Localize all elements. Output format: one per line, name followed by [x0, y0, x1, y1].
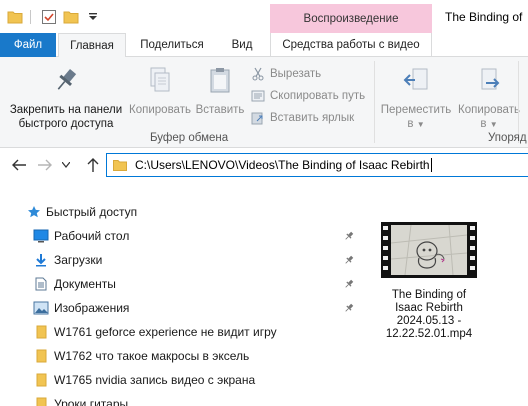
sidebar-item-desktop[interactable]: Рабочий стол: [0, 224, 365, 248]
paste-button[interactable]: Вставить: [194, 65, 246, 117]
organize-group-label: Упоряд: [488, 132, 527, 144]
folder-icon[interactable]: [6, 8, 24, 26]
text-caret: [430, 158, 432, 172]
paste-shortcut-button[interactable]: Вставить ярлык: [250, 107, 365, 129]
clipboard-small-actions: Вырезать Скопировать путь Вставить ярлык: [250, 63, 365, 129]
sidebar-item-label: Документы: [54, 277, 116, 291]
pin-icon[interactable]: [343, 302, 355, 314]
scissors-icon: [250, 66, 266, 82]
tab-view[interactable]: Вид: [218, 33, 266, 57]
quick-access-item[interactable]: Быстрый доступ: [0, 200, 365, 224]
sidebar-item-folder-guitar[interactable]: Уроки гитары: [0, 392, 365, 406]
sidebar-item-pictures[interactable]: Изображения: [0, 296, 365, 320]
sidebar-item-folder-w1765[interactable]: W1765 nvidia запись видео с экрана: [0, 368, 365, 392]
file-name-line: 12.22.52.01.mp4: [385, 328, 473, 340]
ribbon-group-divider: [374, 61, 375, 143]
navigation-bar: C:\Users\LENOVO\Videos\The Binding of Is…: [0, 148, 528, 182]
copy-to-icon: [454, 65, 524, 99]
properties-icon[interactable]: [40, 8, 58, 26]
pin-label-line1: Закрепить на панели: [9, 104, 123, 116]
tab-file[interactable]: Файл: [0, 33, 56, 57]
navigation-pane: Быстрый доступ Рабочий стол Загрузки Док…: [0, 182, 365, 406]
sidebar-item-folder-w1761[interactable]: W1761 geforce experience не видит игру: [0, 320, 365, 344]
tab-video-tools[interactable]: Средства работы с видео: [270, 33, 432, 57]
cut-button[interactable]: Вырезать: [250, 63, 365, 85]
copy-to-button[interactable]: Копировать в ▼: [454, 65, 524, 132]
copy-path-button[interactable]: Скопировать путь: [250, 85, 365, 107]
folder-icon: [33, 348, 49, 364]
pictures-icon: [33, 300, 49, 316]
folder-icon: [33, 396, 49, 406]
copy-button[interactable]: Копировать: [126, 65, 194, 117]
file-item-video[interactable]: The Binding of Isaac Rebirth 2024.05.13 …: [377, 222, 481, 341]
pin-icon[interactable]: [343, 254, 355, 266]
document-icon: [33, 276, 49, 292]
paste-shortcut-label: Вставить ярлык: [270, 112, 355, 124]
tab-share[interactable]: Поделиться: [130, 33, 214, 57]
clipboard-group-label: Буфер обмена: [150, 132, 229, 144]
file-name: The Binding of Isaac Rebirth 2024.05.13 …: [377, 289, 481, 341]
quick-access-separator: [30, 10, 31, 24]
desktop-icon: [33, 228, 49, 244]
file-name-line: The Binding of: [391, 289, 467, 301]
up-arrow-icon[interactable]: [84, 156, 102, 174]
video-thumbnail: [381, 222, 477, 278]
customize-toolbar-icon[interactable]: [84, 8, 102, 26]
folder-icon: [33, 372, 49, 388]
star-icon: [26, 204, 42, 220]
move-to-label-line1: Переместить: [380, 104, 452, 116]
tab-home[interactable]: Главная: [58, 33, 126, 58]
file-name-line: 2024.05.13 -: [396, 315, 462, 327]
window-title: The Binding of: [445, 10, 523, 24]
copy-to-label-line1: Копировать: [458, 104, 520, 116]
ribbon: Закрепить на панели быстрого доступа Коп…: [0, 57, 528, 148]
forward-arrow-icon[interactable]: [36, 156, 54, 174]
file-list: The Binding of Isaac Rebirth 2024.05.13 …: [365, 182, 528, 406]
pin-icon[interactable]: [343, 230, 355, 242]
copy-path-icon: [250, 88, 266, 104]
pin-icon[interactable]: [343, 278, 355, 290]
paste-label: Вставить: [195, 104, 245, 116]
sidebar-item-downloads[interactable]: Загрузки: [0, 248, 365, 272]
address-path: C:\Users\LENOVO\Videos\The Binding of Is…: [135, 158, 430, 172]
sidebar-item-label: W1762 что такое макросы в эксель: [54, 349, 250, 363]
folder-icon: [33, 324, 49, 340]
move-to-label-line2: в: [407, 118, 414, 130]
pin-label-line2: быстрого доступа: [18, 118, 114, 130]
sidebar-item-label: W1761 geforce experience не видит игру: [54, 325, 277, 339]
sidebar-item-documents[interactable]: Документы: [0, 272, 365, 296]
sidebar-item-label: Уроки гитары: [54, 397, 129, 406]
sidebar-item-label: Загрузки: [54, 253, 103, 267]
ribbon-tabs: Файл Главная Поделиться Вид Средства раб…: [0, 33, 528, 58]
copy-icon: [126, 65, 194, 99]
clipboard-icon: [194, 65, 246, 99]
copy-label: Копировать: [129, 104, 191, 116]
sidebar-item-label: W1765 nvidia запись видео с экрана: [54, 373, 256, 387]
copy-to-label-line2: в: [480, 118, 487, 130]
title-bar: Воспроизведение The Binding of: [0, 0, 528, 33]
pin-to-quick-access-button[interactable]: Закрепить на панели быстрого доступа: [4, 65, 128, 131]
pin-icon: [4, 65, 128, 99]
back-arrow-icon[interactable]: [10, 156, 28, 174]
sidebar-item-label: Рабочий стол: [54, 229, 130, 243]
sidebar-item-folder-w1762[interactable]: W1762 что такое макросы в эксель: [0, 344, 365, 368]
chevron-down-icon: ▼: [489, 120, 498, 129]
address-bar[interactable]: C:\Users\LENOVO\Videos\The Binding of Is…: [106, 153, 528, 177]
sidebar-item-label: Изображения: [54, 301, 130, 315]
move-to-icon: [378, 65, 454, 99]
video-context-header: Воспроизведение: [270, 4, 432, 33]
chevron-down-icon: ▼: [416, 120, 425, 129]
ribbon-group-divider: [518, 61, 519, 143]
paste-shortcut-icon: [250, 110, 266, 126]
new-folder-icon[interactable]: [62, 8, 80, 26]
quick-access-label: Быстрый доступ: [46, 205, 138, 219]
cut-label: Вырезать: [270, 68, 322, 80]
video-frame-image: [391, 225, 467, 275]
move-to-button[interactable]: Переместить в ▼: [378, 65, 454, 132]
copy-path-label: Скопировать путь: [270, 90, 366, 102]
download-icon: [33, 252, 49, 268]
file-name-line: Isaac Rebirth: [395, 302, 463, 314]
recent-locations-icon[interactable]: [60, 156, 72, 174]
folder-icon: [113, 159, 127, 171]
